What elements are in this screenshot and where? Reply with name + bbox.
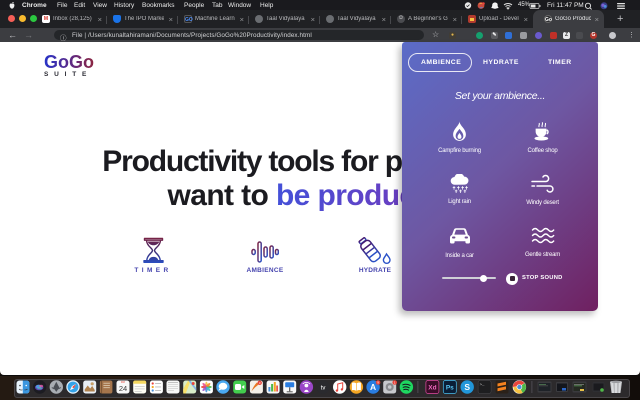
svg-text:S: S xyxy=(464,382,470,392)
svg-text:✝: ✝ xyxy=(463,189,467,193)
svg-text:tv: tv xyxy=(321,385,326,391)
svg-text:✝: ✝ xyxy=(454,189,458,193)
svg-text:Ps: Ps xyxy=(446,385,454,392)
svg-text:>_: >_ xyxy=(480,383,485,388)
svg-text:✝: ✝ xyxy=(459,189,463,193)
svg-text:FRI: FRI xyxy=(121,380,125,384)
svg-text:Xd: Xd xyxy=(428,385,436,392)
svg-text:24: 24 xyxy=(119,384,127,393)
svg-text:A: A xyxy=(370,382,376,392)
